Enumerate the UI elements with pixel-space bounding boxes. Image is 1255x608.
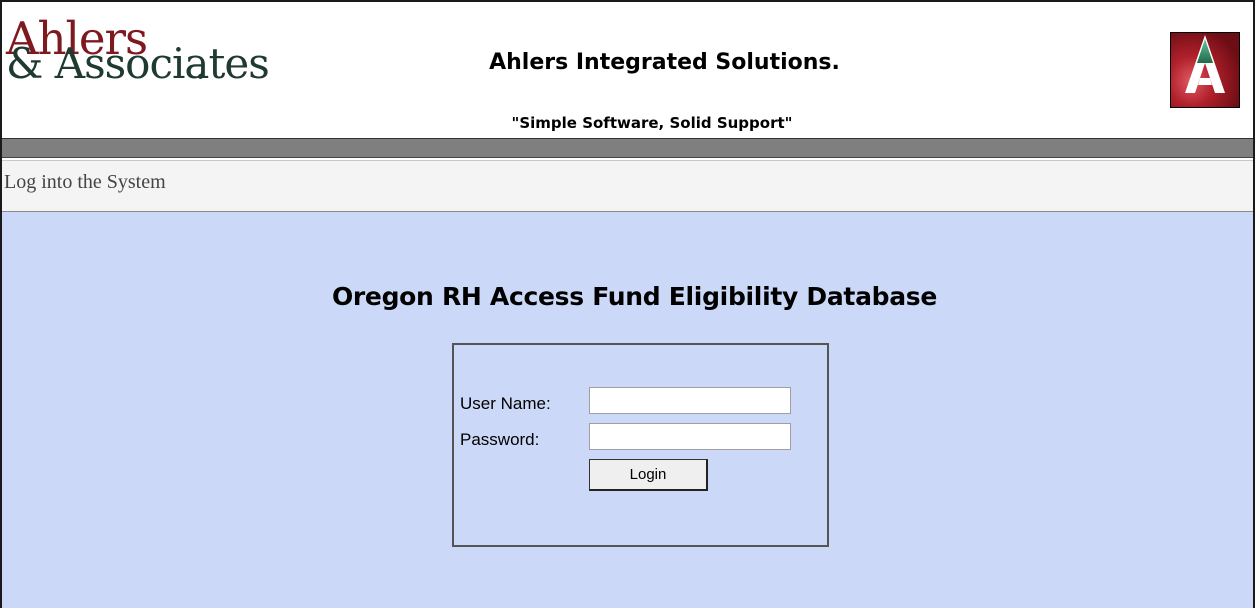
ahlers-a-logo-icon (1170, 32, 1240, 108)
page-subbar: Log into the System (2, 160, 1253, 213)
login-form: User Name: Password: Login (452, 343, 829, 547)
page-title: Oregon RH Access Fund Eligibility Databa… (331, 282, 938, 311)
password-label: Password: (460, 430, 540, 449)
app-window: Ahlers & Associates Ahlers Integrated So… (0, 0, 1255, 608)
company-title: Ahlers Integrated Solutions. (489, 50, 840, 75)
username-label: User Name: (460, 394, 551, 413)
login-button[interactable]: Login (589, 459, 708, 491)
password-input[interactable] (589, 423, 791, 450)
gray-divider-bar (2, 139, 1253, 158)
main-content: Oregon RH Access Fund Eligibility Databa… (2, 212, 1253, 608)
header: Ahlers & Associates Ahlers Integrated So… (2, 2, 1253, 139)
username-input[interactable] (589, 387, 791, 414)
subbar-title: Log into the System (4, 171, 166, 193)
tagline: "Simple Software, Solid Support" (511, 114, 793, 132)
